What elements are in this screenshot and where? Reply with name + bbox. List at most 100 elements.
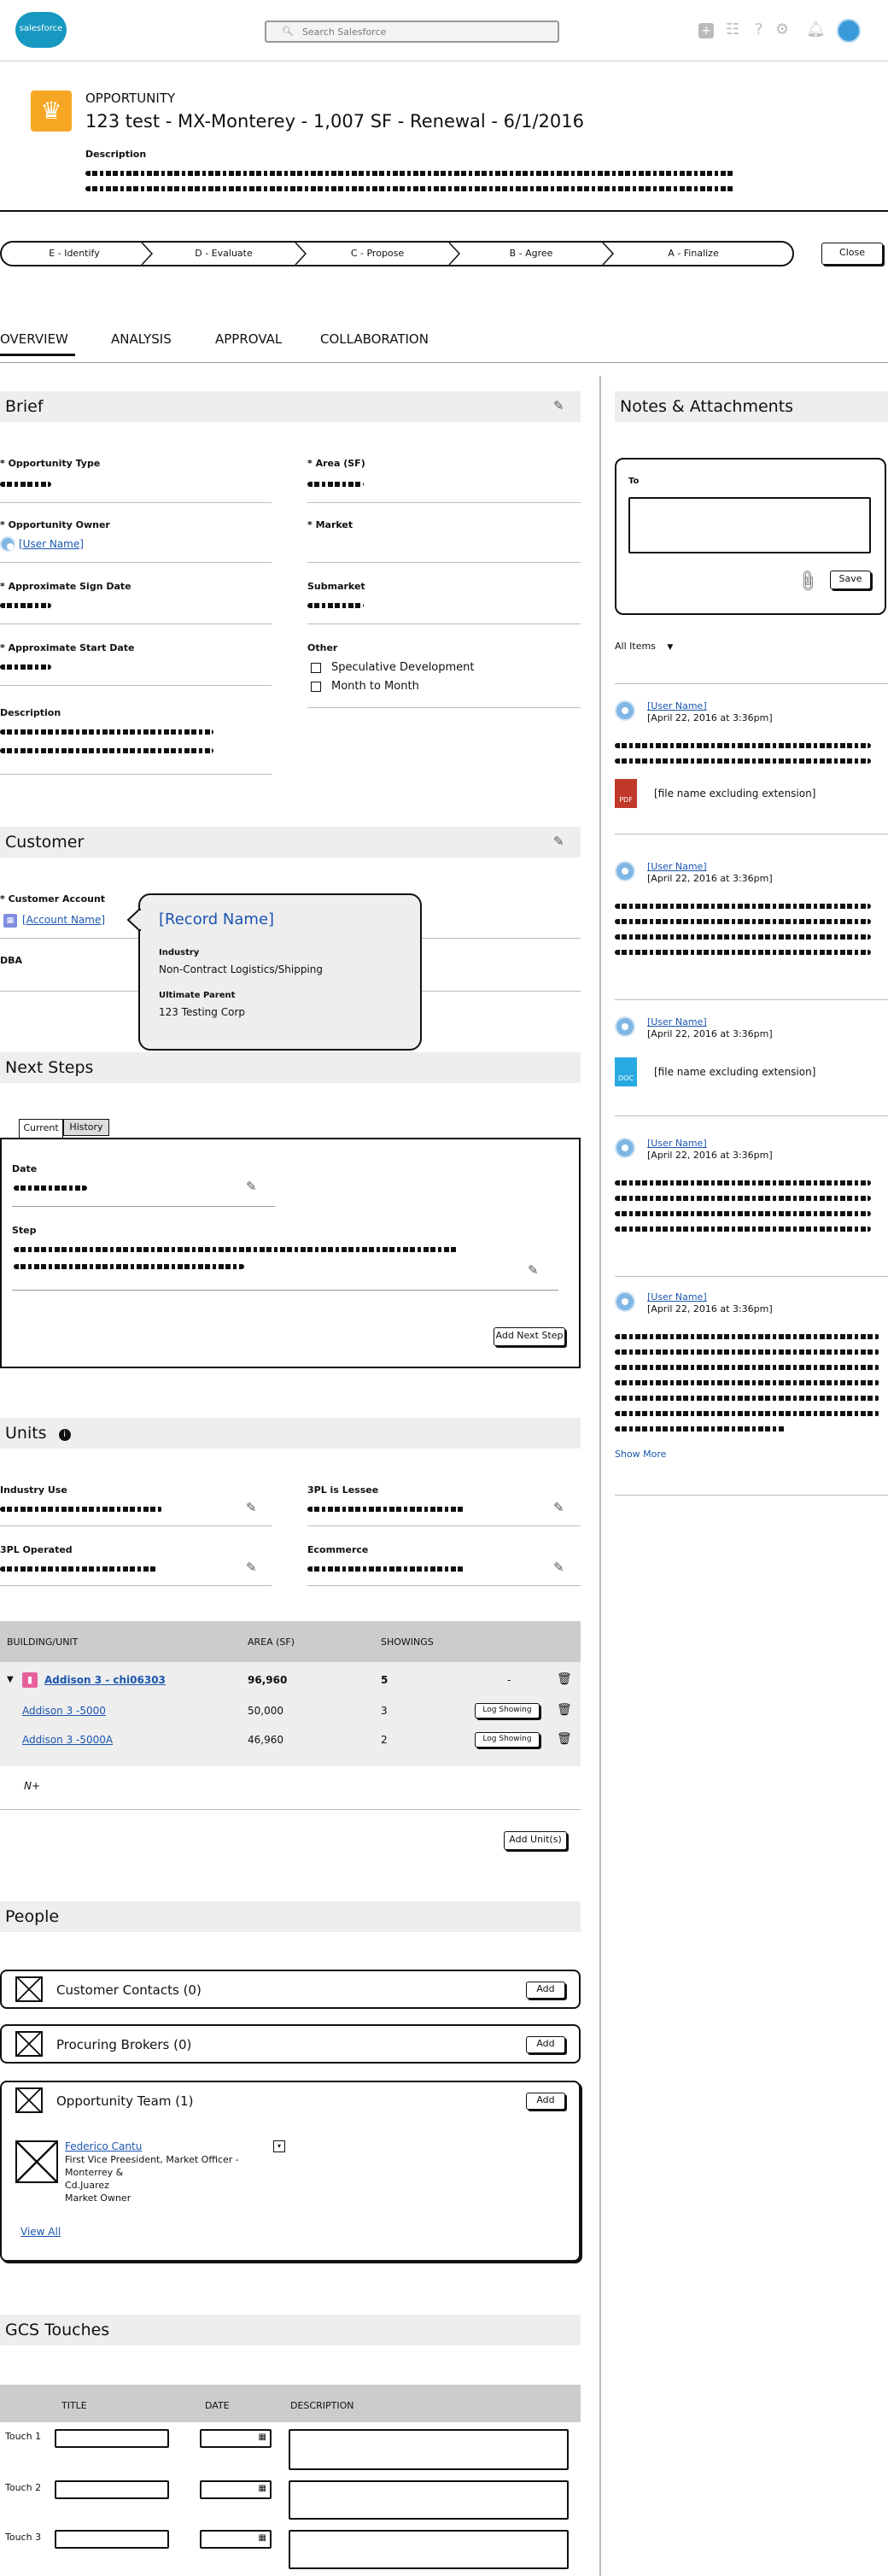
pdf-file-icon: PDF — [615, 779, 637, 808]
edit-step-pencil-icon[interactable]: ✎ — [528, 1262, 539, 1278]
unit-link[interactable]: Addison 3 - chi06303 — [44, 1674, 166, 1686]
add-customer-contact-button[interactable]: Add — [526, 1982, 565, 1999]
edit-3pl-lessee-pencil-icon[interactable]: ✎ — [553, 1500, 564, 1515]
notification-bell-icon[interactable]: 🔔︎ — [806, 20, 826, 38]
apps-grid-icon[interactable]: ☷ — [726, 22, 739, 38]
plus-icon[interactable]: + — [698, 23, 714, 38]
tab-history[interactable]: History — [63, 1119, 109, 1136]
touch-date-input[interactable]: ▦ — [200, 2530, 272, 2549]
unit-link[interactable]: Addison 3 -5000A — [22, 1734, 113, 1746]
col-building-unit[interactable]: BUILDING/UNIT — [7, 1636, 78, 1648]
delete-trash-icon[interactable]: 🗑︎ — [557, 1672, 572, 1686]
table-row: Addison 3 -5000 50,000 3 Log Showing 🗑︎ — [0, 1703, 581, 1727]
edit-customer-pencil-icon[interactable]: ✎ — [553, 834, 564, 849]
note-user-link[interactable]: [User Name] — [647, 1016, 707, 1027]
industry-use-value — [0, 1507, 162, 1512]
attach-paperclip-icon[interactable]: 📎︎ — [794, 568, 821, 594]
attachment-link[interactable]: [file name excluding extension] — [654, 787, 815, 799]
col-showings[interactable]: SHOWINGS — [381, 1636, 434, 1648]
unit-link[interactable]: Addison 3 -5000 — [22, 1705, 106, 1717]
salesforce-logo[interactable]: salesforce — [15, 12, 67, 48]
tab-overview[interactable]: OVERVIEW — [0, 331, 68, 347]
member-name-link[interactable]: Federico Cantu — [65, 2140, 142, 2152]
delete-trash-icon[interactable]: 🗑︎ — [557, 1703, 572, 1717]
field-divider — [307, 1585, 581, 1586]
procuring-brokers-card: Procuring Brokers (0) Add — [0, 2024, 581, 2064]
tab-current[interactable]: Current — [19, 1119, 63, 1138]
market-label: * Market — [307, 519, 353, 530]
setup-gear-icon[interactable]: ⚙ — [775, 20, 789, 38]
tab-analysis[interactable]: ANALYSIS — [111, 331, 172, 347]
calendar-icon[interactable]: ▦ — [259, 2484, 266, 2493]
info-icon[interactable]: i — [58, 1429, 71, 1441]
note-user-link[interactable]: [User Name] — [647, 1291, 707, 1303]
next-step-date-value — [14, 1186, 87, 1191]
add-units-button[interactable]: Add Unit(s) — [504, 1831, 567, 1850]
note-text-line — [615, 1380, 879, 1385]
tab-approval[interactable]: APPROVAL — [215, 331, 282, 347]
col-area[interactable]: AREA (SF) — [248, 1636, 295, 1648]
touch-description-input[interactable] — [289, 2530, 569, 2569]
next-steps-section-header: Next Steps — [0, 1052, 581, 1083]
unit-extra: - — [507, 1674, 511, 1686]
edit-date-pencil-icon[interactable]: ✎ — [246, 1179, 257, 1194]
unit-area: 96,960 — [248, 1674, 288, 1686]
user-avatar-icon[interactable] — [837, 19, 861, 43]
add-next-step-button[interactable]: Add Next Step — [494, 1327, 565, 1346]
more-units-link[interactable]: N+ — [24, 1780, 40, 1792]
touch-description-input[interactable] — [289, 2480, 569, 2520]
touch-title-input[interactable] — [55, 2429, 169, 2448]
field-divider — [12, 1206, 275, 1207]
global-search[interactable]: 🔍︎ Search Salesforce — [265, 20, 559, 43]
owner-link[interactable]: [User Name] — [19, 538, 84, 550]
description-text-line — [85, 186, 734, 191]
member-menu-dropdown-icon[interactable]: ▾ — [273, 2140, 285, 2152]
save-note-button[interactable]: Save — [830, 571, 871, 589]
touch-title-input[interactable] — [55, 2480, 169, 2499]
note-user-link[interactable]: [User Name] — [647, 1138, 707, 1149]
help-icon[interactable]: ? — [755, 20, 763, 38]
customer-contacts-title: Customer Contacts (0) — [56, 1982, 202, 1998]
add-procuring-broker-button[interactable]: Add — [526, 2036, 565, 2053]
note-user-link[interactable]: [User Name] — [647, 861, 707, 872]
customer-account-link[interactable]: [Account Name] — [22, 914, 105, 926]
close-button[interactable]: Close — [821, 243, 883, 265]
tab-collaboration[interactable]: COLLABORATION — [320, 331, 429, 347]
attachment-link[interactable]: [file name excluding extension] — [654, 1066, 815, 1078]
calendar-icon[interactable]: ▦ — [259, 2533, 266, 2543]
notes-filter-dropdown[interactable]: All Items ▼ — [615, 641, 673, 652]
touch-description-input[interactable] — [289, 2429, 569, 2470]
log-showing-button[interactable]: Log Showing — [475, 1703, 540, 1718]
note-body-input[interactable] — [628, 497, 871, 553]
edit-ecommerce-pencil-icon[interactable]: ✎ — [553, 1560, 564, 1575]
unit-area: 46,960 — [248, 1734, 283, 1746]
speculative-development-checkbox[interactable] — [311, 663, 321, 673]
search-input[interactable]: Search Salesforce — [302, 26, 386, 38]
feed-divider — [615, 1115, 888, 1116]
delete-trash-icon[interactable]: 🗑︎ — [557, 1732, 572, 1746]
touch-date-input[interactable]: ▦ — [200, 2429, 272, 2448]
show-more-link[interactable]: Show More — [615, 1449, 666, 1460]
customer-section-header: Customer — [0, 827, 581, 858]
speculative-development-label: Speculative Development — [331, 661, 475, 674]
table-row: Addison 3 -5000A 46,960 2 Log Showing 🗑︎ — [0, 1732, 581, 1756]
dba-label: DBA — [0, 955, 23, 966]
stage-path: E - Identify D - Evaluate C - Propose B … — [0, 241, 794, 266]
log-showing-button[interactable]: Log Showing — [475, 1732, 540, 1748]
expand-caret-icon[interactable]: ▼ — [7, 1675, 14, 1684]
edit-industry-use-pencil-icon[interactable]: ✎ — [246, 1500, 257, 1515]
view-all-link[interactable]: View All — [20, 2226, 61, 2238]
note-text-line — [615, 1426, 786, 1431]
add-team-member-button[interactable]: Add — [526, 2093, 565, 2110]
record-header: ♛ OPPORTUNITY 123 test - MX-Monterey - 1… — [0, 61, 888, 212]
touch-date-input[interactable]: ▦ — [200, 2480, 272, 2499]
touch-row-label: Touch 1 — [5, 2431, 42, 2442]
month-to-month-checkbox[interactable] — [311, 682, 321, 692]
brief-section-header: Brief — [0, 391, 581, 422]
popover-record-name[interactable]: [Record Name] — [159, 910, 274, 928]
touch-title-input[interactable] — [55, 2530, 169, 2549]
edit-3pl-operated-pencil-icon[interactable]: ✎ — [246, 1560, 257, 1575]
calendar-icon[interactable]: ▦ — [259, 2433, 266, 2442]
note-user-link[interactable]: [User Name] — [647, 700, 707, 711]
edit-brief-pencil-icon[interactable]: ✎ — [553, 398, 564, 413]
